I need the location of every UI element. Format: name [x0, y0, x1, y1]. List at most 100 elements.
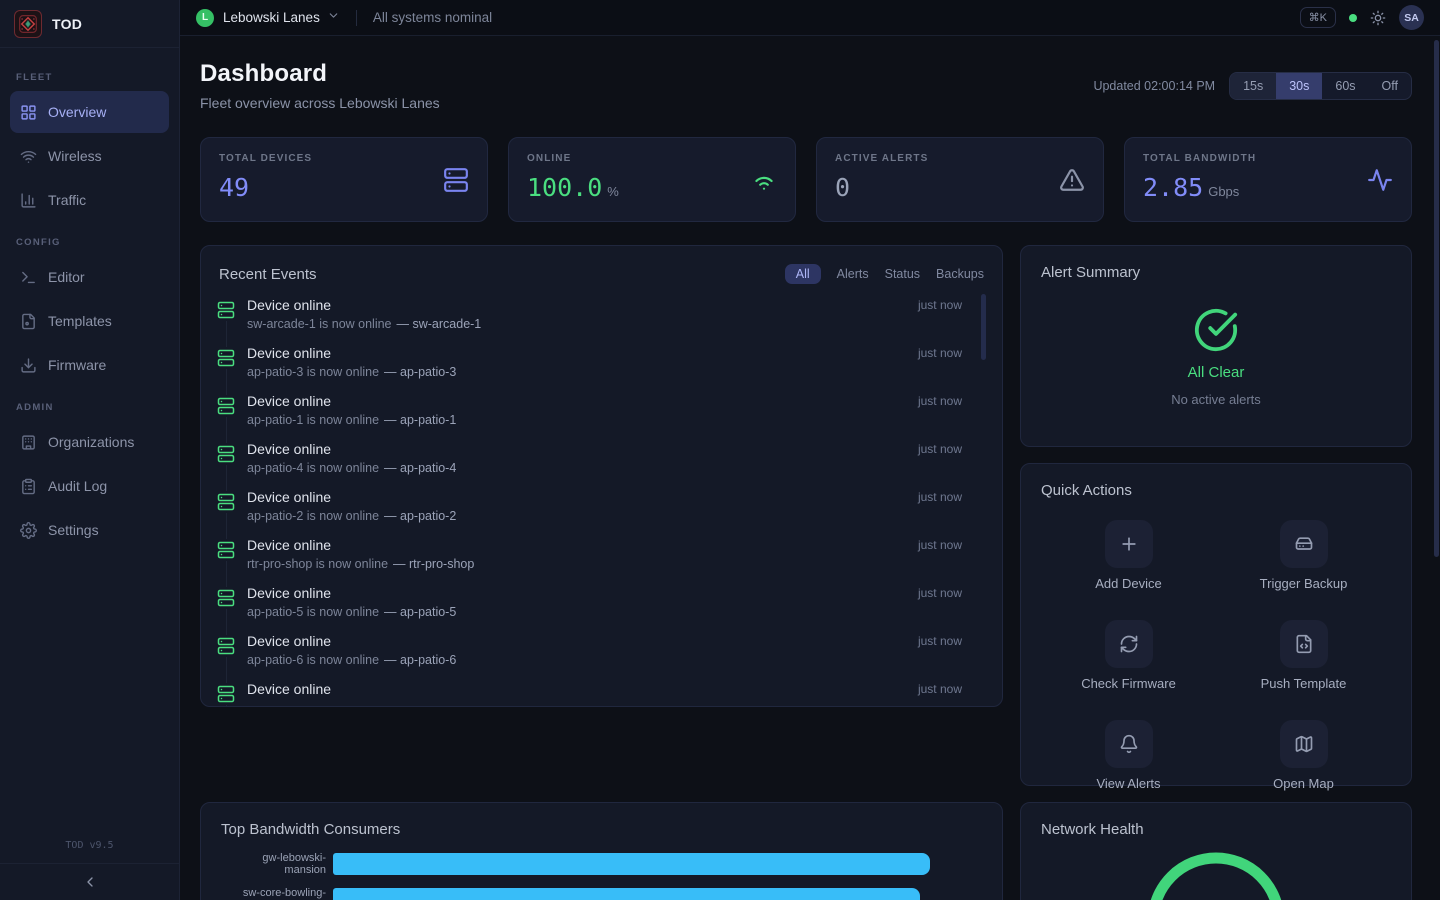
sidebar-nav: FLEET Overview Wireless Traffic CONFIG E…	[0, 48, 179, 830]
event-time: just now	[918, 442, 986, 456]
sidebar-item-overview[interactable]: Overview	[10, 91, 169, 133]
theme-toggle-button[interactable]	[1370, 10, 1386, 26]
stat-card-active-alerts: ACTIVE ALERTS 0	[816, 137, 1104, 222]
sidebar-item-editor[interactable]: Editor	[10, 256, 169, 298]
server-icon	[443, 167, 469, 193]
stat-value: 0	[835, 173, 850, 202]
event-row[interactable]: Device onlinejust now	[217, 681, 986, 707]
server-icon	[217, 347, 235, 369]
event-row[interactable]: Device onlinejust now ap-patio-6 is now …	[217, 633, 986, 681]
recent-events-panel: Recent Events All Alerts Status Backups	[200, 245, 1003, 707]
sidebar-item-settings[interactable]: Settings	[10, 509, 169, 551]
event-row[interactable]: Device online just now ap-patio-4 is now …	[217, 441, 986, 489]
sun-icon	[1370, 10, 1386, 26]
stat-unit: Gbps	[1208, 184, 1239, 199]
bandwidth-bar-label: sw-core-bowling-alley	[221, 887, 333, 900]
sidebar-footer: TOD v9.5	[0, 830, 179, 900]
hard-drive-icon	[1280, 520, 1328, 568]
network-health-title: Network Health	[1041, 821, 1144, 838]
bell-icon	[1105, 720, 1153, 768]
user-avatar[interactable]: SA	[1399, 5, 1424, 30]
alert-triangle-icon	[1059, 167, 1085, 193]
add-device-button[interactable]: Add Device	[1041, 514, 1216, 597]
wifi-icon	[20, 148, 37, 165]
bandwidth-bar-label: gw-lebowski-mansion	[221, 852, 333, 876]
sidebar-item-audit-log[interactable]: Audit Log	[10, 465, 169, 507]
file-code-icon	[1280, 620, 1328, 668]
tab-status[interactable]: Status	[885, 267, 920, 281]
tab-backups[interactable]: Backups	[936, 267, 984, 281]
tab-all[interactable]: All	[785, 264, 821, 284]
bandwidth-bar	[333, 853, 930, 875]
server-icon	[217, 299, 235, 321]
event-row[interactable]: Device onlinejust now ap-patio-1 is now …	[217, 393, 986, 441]
stat-value: 49	[219, 173, 249, 202]
view-alerts-button[interactable]: View Alerts	[1041, 714, 1216, 797]
nav-section-config: CONFIG	[10, 223, 169, 256]
bandwidth-panel: Top Bandwidth Consumers gw-lebowski-mans…	[200, 802, 1003, 900]
event-title: Device online	[247, 441, 331, 457]
check-firmware-button[interactable]: Check Firmware	[1041, 614, 1216, 697]
open-map-button[interactable]: Open Map	[1216, 714, 1391, 797]
trigger-backup-button[interactable]: Trigger Backup	[1216, 514, 1391, 597]
event-title: Device online	[247, 633, 331, 649]
stat-unit: %	[607, 184, 619, 199]
event-row[interactable]: Device onlinejust now ap-patio-3 is now …	[217, 345, 986, 393]
map-icon	[1280, 720, 1328, 768]
event-detail: sw-arcade-1 is now online— sw-arcade-1	[247, 317, 986, 331]
sidebar-item-label: Overview	[48, 104, 106, 120]
tab-alerts[interactable]: Alerts	[837, 267, 869, 281]
plus-icon	[1105, 520, 1153, 568]
sidebar-collapse-button[interactable]	[0, 863, 179, 900]
sidebar-item-label: Wireless	[48, 148, 102, 164]
page-title: Dashboard	[200, 60, 440, 88]
stat-label: TOTAL DEVICES	[219, 153, 312, 164]
refresh-icon	[1105, 620, 1153, 668]
server-icon	[217, 443, 235, 465]
sidebar-item-label: Organizations	[48, 434, 134, 450]
qa-label: Check Firmware	[1081, 676, 1176, 691]
clipboard-list-icon	[20, 478, 37, 495]
bandwidth-title: Top Bandwidth Consumers	[221, 821, 400, 838]
interval-60s-button[interactable]: 60s	[1322, 73, 1368, 99]
event-row[interactable]: Device onlinejust now ap-patio-5 is now …	[217, 585, 986, 633]
sidebar-item-label: Firmware	[48, 357, 106, 373]
event-detail: ap-patio-4 is now online— ap-patio-4	[247, 461, 986, 475]
event-title: Device online	[247, 537, 331, 553]
layout-grid-icon	[20, 104, 37, 121]
app-window: TOD FLEET Overview Wireless Traffic CONF…	[0, 0, 1440, 900]
interval-30s-button[interactable]: 30s	[1276, 73, 1322, 99]
event-row[interactable]: Device onlinejust now sw-arcade-1 is now…	[217, 297, 986, 345]
event-time: just now	[918, 394, 986, 408]
page-scrollbar-thumb[interactable]	[1434, 40, 1439, 557]
stat-label: TOTAL BANDWIDTH	[1143, 153, 1256, 164]
event-time: just now	[918, 538, 986, 552]
event-row[interactable]: Device onlinejust now ap-patio-2 is now …	[217, 489, 986, 537]
topbar-divider	[356, 10, 357, 26]
gauge-ring	[1141, 846, 1291, 900]
chevron-down-icon[interactable]	[327, 9, 340, 27]
interval-off-button[interactable]: Off	[1369, 73, 1411, 99]
events-scrollbar-thumb[interactable]	[981, 294, 986, 360]
org-switcher[interactable]: Lebowski Lanes	[223, 10, 320, 25]
sidebar-item-traffic[interactable]: Traffic	[10, 179, 169, 221]
bandwidth-row: sw-core-bowling-alley	[221, 887, 982, 900]
event-detail: rtr-pro-shop is now online— rtr-pro-shop	[247, 557, 986, 571]
push-template-button[interactable]: Push Template	[1216, 614, 1391, 697]
app-name: TOD	[52, 16, 82, 32]
sidebar-item-firmware[interactable]: Firmware	[10, 344, 169, 386]
chevron-left-icon	[82, 874, 98, 890]
stat-value: 2.85	[1143, 173, 1203, 202]
server-icon	[217, 539, 235, 561]
recent-events-title: Recent Events	[219, 266, 317, 283]
event-row[interactable]: Device online just now rtr-pro-shop is no…	[217, 537, 986, 585]
sidebar-item-templates[interactable]: Templates	[10, 300, 169, 342]
sidebar-item-wireless[interactable]: Wireless	[10, 135, 169, 177]
stat-label: ONLINE	[527, 153, 619, 164]
sidebar-item-organizations[interactable]: Organizations	[10, 421, 169, 463]
event-title: Device online	[247, 585, 331, 601]
command-palette-button[interactable]: ⌘K	[1300, 7, 1336, 28]
interval-15s-button[interactable]: 15s	[1230, 73, 1276, 99]
gear-icon	[20, 522, 37, 539]
network-health-panel: Network Health 100	[1020, 802, 1412, 900]
